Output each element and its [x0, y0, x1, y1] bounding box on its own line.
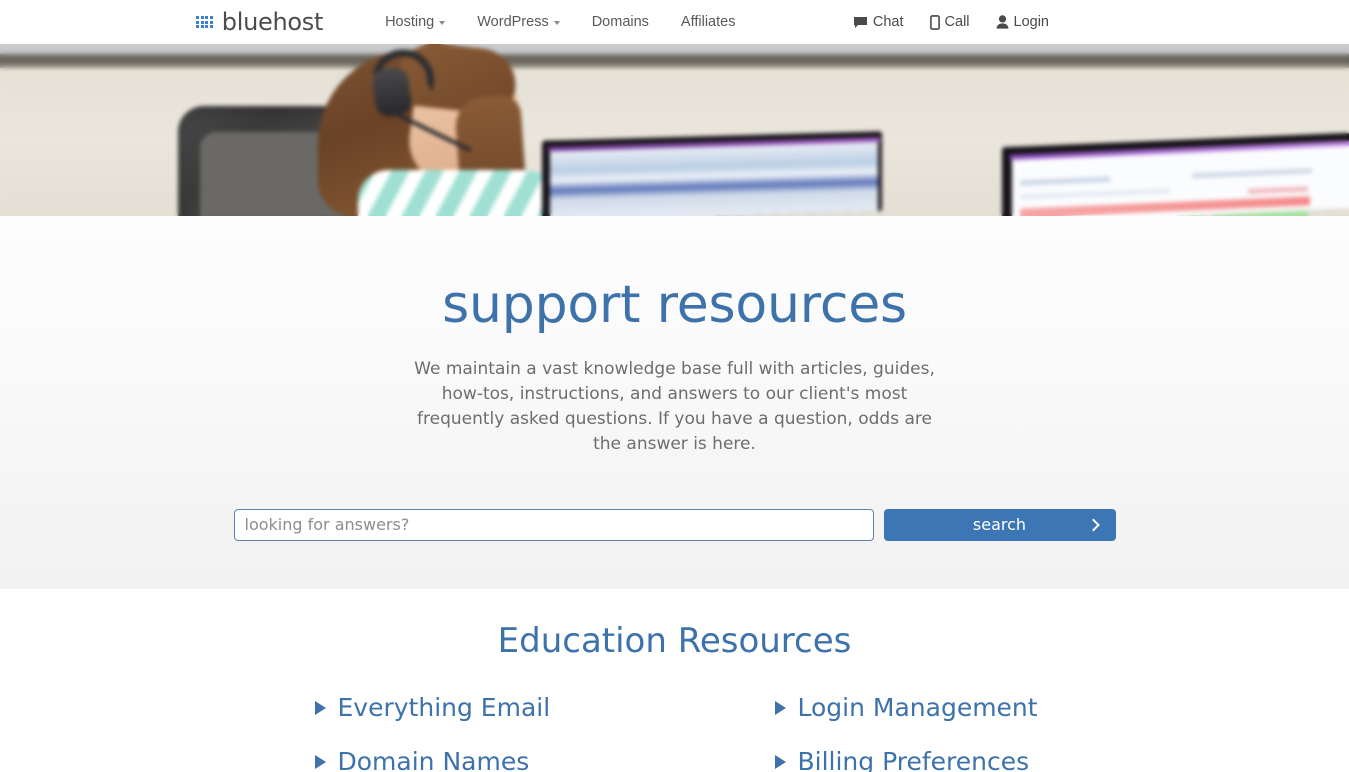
screen-ui-tile: [1116, 214, 1204, 216]
resource-link-everything-email[interactable]: Everything Email: [314, 693, 551, 722]
monitor-right: [1002, 132, 1349, 216]
screen-ui-row: [1192, 168, 1312, 179]
triangle-right-icon: [314, 700, 326, 715]
page-title: support resources: [442, 275, 907, 335]
section-title: Education Resources: [497, 621, 852, 661]
site-header: bluehost Hosting WordPress Domains Affil…: [0, 0, 1349, 44]
search-button[interactable]: search: [883, 508, 1116, 541]
chat-link-label: Chat: [872, 14, 904, 30]
triangle-right-icon: [314, 754, 326, 769]
education-resources-section: Education Resources Everything Email Log…: [0, 589, 1349, 772]
hero-section: support resources We maintain a vast kno…: [0, 216, 1349, 589]
mobile-phone-icon: [929, 14, 940, 30]
resource-cell: Domain Names: [225, 749, 675, 772]
screen-ui-row: [1020, 188, 1170, 200]
resource-links-grid: Everything Email Login Management Domain…: [225, 695, 1125, 772]
nav-item-domains[interactable]: Domains: [576, 14, 665, 30]
triangle-right-icon: [774, 700, 786, 715]
grid-icon: [196, 15, 213, 29]
resource-link-label: Everything Email: [337, 693, 551, 722]
triangle-right-icon: [774, 754, 786, 769]
nav-item-affiliates[interactable]: Affiliates: [665, 14, 752, 30]
chat-link[interactable]: Chat: [853, 14, 904, 30]
brand-logo[interactable]: bluehost: [196, 10, 323, 34]
login-link-label: Login: [1013, 14, 1049, 30]
hero-description: We maintain a vast knowledge base full w…: [414, 358, 935, 454]
header-inner: bluehost Hosting WordPress Domains Affil…: [0, 10, 1349, 34]
nav-item-domains-label: Domains: [591, 14, 649, 30]
resource-cell: Billing Preferences: [675, 749, 1125, 772]
search-button-label: search: [972, 515, 1027, 535]
resource-link-label: Login Management: [797, 693, 1038, 722]
user-icon: [996, 15, 1008, 29]
nav-item-affiliates-label: Affiliates: [680, 14, 736, 30]
nav-item-wordpress-label: WordPress: [477, 14, 549, 30]
login-link[interactable]: Login: [996, 14, 1049, 30]
nav-item-hosting-label: Hosting: [385, 14, 435, 30]
support-agent-person: [300, 44, 570, 216]
chevron-right-icon: [1086, 518, 1100, 531]
call-link[interactable]: Call: [929, 14, 970, 30]
resource-cell: Everything Email: [225, 695, 675, 720]
resource-cell: Login Management: [675, 695, 1125, 720]
search-form: search: [233, 508, 1116, 541]
nav-item-hosting[interactable]: Hosting: [369, 14, 461, 30]
hero-banner-image: [0, 44, 1349, 216]
banner-ledge: [0, 54, 1349, 68]
nav-item-wordpress[interactable]: WordPress: [461, 14, 575, 30]
main-nav: Hosting WordPress Domains Affiliates: [369, 14, 751, 30]
call-link-label: Call: [944, 14, 970, 30]
screen-ui-row: [1020, 176, 1110, 186]
monitor-left: [542, 131, 882, 216]
utility-nav: Chat Call Login: [853, 14, 1315, 30]
resource-link-login-management[interactable]: Login Management: [774, 693, 1038, 722]
monitor-left-screen: [550, 141, 878, 216]
screen-ui-tile: [1212, 210, 1308, 216]
shirt: [358, 170, 568, 216]
chevron-down-icon: [439, 21, 446, 25]
brand-name: bluehost: [221, 8, 324, 36]
screen-ui-row: [1248, 186, 1308, 194]
search-input[interactable]: [233, 508, 874, 541]
chevron-down-icon: [553, 21, 560, 25]
resource-link-label: Billing Preferences: [797, 747, 1030, 772]
resource-link-label: Domain Names: [337, 747, 530, 772]
resource-link-billing-preferences[interactable]: Billing Preferences: [774, 747, 1030, 772]
chat-bubble-icon: [853, 16, 867, 28]
resource-link-domain-names[interactable]: Domain Names: [314, 747, 530, 772]
